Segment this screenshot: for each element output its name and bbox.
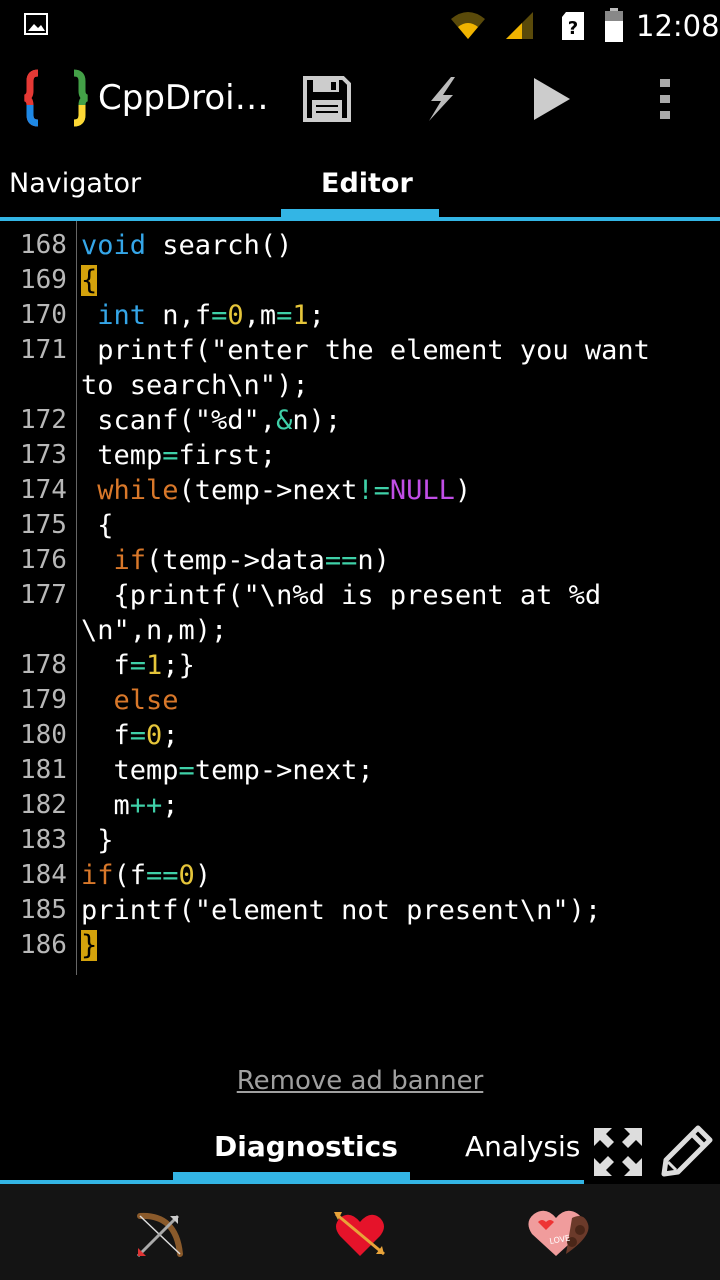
recents-button[interactable]: LOVE (526, 1206, 596, 1262)
code-line[interactable]: 179 else (0, 683, 720, 718)
code-line[interactable]: 169 { (0, 263, 720, 298)
code-text[interactable]: printf("element not present\n"); (81, 893, 601, 928)
line-number: 168 (20, 230, 67, 260)
code-line[interactable]: 170 int n,f=0,m=1; (0, 298, 720, 333)
signal-icon (504, 10, 534, 44)
code-text[interactable]: } (81, 823, 113, 858)
code-line[interactable]: 182 m++; (0, 788, 720, 823)
bottom-tabs: Diagnostics Analysis (0, 1112, 720, 1184)
expand-button[interactable] (592, 1126, 644, 1178)
line-number: 183 (20, 825, 67, 855)
code-text[interactable]: f=0; (81, 718, 179, 753)
line-number: 174 (20, 475, 67, 505)
svg-text:?: ? (568, 18, 578, 39)
bow-arrow-icon (136, 1212, 183, 1258)
more-icon (660, 79, 670, 119)
top-tabs: Navigator Editor (0, 144, 720, 221)
code-text[interactable]: {printf("\n%d is present at %d (81, 578, 602, 613)
status-bar: ? 12:08 (0, 0, 720, 50)
code-line[interactable]: 171 printf("enter the element you want (0, 333, 720, 368)
expand-icon (594, 1128, 642, 1176)
battery-icon (603, 7, 625, 47)
app-title: CppDroi… (98, 78, 269, 118)
code-line[interactable]: 181 temp=temp->next; (0, 753, 720, 788)
edit-button[interactable] (660, 1124, 714, 1178)
flash-icon (429, 77, 455, 121)
code-text[interactable]: } (81, 928, 98, 963)
code-text[interactable]: if(f==0) (81, 858, 211, 893)
wifi-icon (450, 10, 486, 44)
code-line[interactable]: 168 void search() (0, 228, 720, 263)
tab-analysis[interactable]: Analysis (465, 1130, 580, 1163)
line-number: 172 (20, 405, 67, 435)
line-number: 180 (20, 720, 67, 750)
remove-ad-banner-link[interactable]: Remove ad banner (0, 1066, 720, 1096)
code-text[interactable]: scanf("%d",&n); (81, 403, 341, 438)
code-line[interactable]: 172 scanf("%d",&n); (0, 403, 720, 438)
run-button[interactable] (526, 74, 576, 124)
code-text[interactable]: temp=first; (81, 438, 276, 473)
bottom-tab-indicator (173, 1172, 410, 1180)
line-number: 170 (20, 300, 67, 330)
code-line[interactable]: 178 f=1;} (0, 648, 720, 683)
line-number: 175 (20, 510, 67, 540)
code-line[interactable]: 173 temp=first; (0, 438, 720, 473)
line-number: 184 (20, 860, 67, 890)
line-number: 177 (20, 580, 67, 610)
tab-diagnostics[interactable]: Diagnostics (214, 1130, 398, 1163)
code-text[interactable]: else (81, 683, 179, 718)
code-line[interactable]: 184 if(f==0) (0, 858, 720, 893)
code-text[interactable]: \n",n,m); (81, 613, 227, 648)
code-text[interactable]: temp=temp->next; (81, 753, 374, 788)
code-line[interactable]: 180 f=0; (0, 718, 720, 753)
more-options-button[interactable] (640, 74, 690, 124)
code-text[interactable]: m++; (81, 788, 179, 823)
help-icon: ? (560, 11, 586, 45)
code-line[interactable]: 177 {printf("\n%d is present at %d (0, 578, 720, 613)
code-text[interactable]: f=1;} (81, 648, 195, 683)
code-text[interactable]: void search() (81, 228, 292, 263)
line-number: 185 (20, 895, 67, 925)
code-line[interactable]: to search\n"); (0, 368, 720, 403)
image-icon (24, 13, 48, 39)
compile-button[interactable] (416, 74, 466, 124)
code-text[interactable]: printf("enter the element you want (81, 333, 650, 368)
code-line[interactable]: 174 while(temp->next!=NULL) (0, 473, 720, 508)
code-text[interactable]: { (81, 263, 98, 298)
line-number: 169 (20, 265, 67, 295)
home-button[interactable] (332, 1206, 388, 1262)
code-line[interactable]: 185 printf("element not present\n"); (0, 893, 720, 928)
save-icon (303, 76, 351, 122)
line-number: 171 (20, 335, 67, 365)
code-line[interactable]: 186} (0, 928, 720, 963)
code-text[interactable]: { (81, 508, 113, 543)
heart-arrow-icon (334, 1212, 385, 1256)
love-chocolate-icon: LOVE (528, 1210, 589, 1256)
app-logo-icon[interactable] (24, 69, 88, 127)
line-number: 186 (20, 930, 67, 960)
code-text[interactable]: if(temp->data==n) (81, 543, 390, 578)
code-line[interactable]: 176 if(temp->data==n) (0, 543, 720, 578)
code-text[interactable]: int n,f=0,m=1; (81, 298, 325, 333)
line-number: 173 (20, 440, 67, 470)
back-button[interactable] (132, 1206, 188, 1262)
code-text[interactable]: while(temp->next!=NULL) (81, 473, 471, 508)
line-number: 182 (20, 790, 67, 820)
edit-icon (661, 1125, 713, 1177)
line-number: 179 (20, 685, 67, 715)
code-line[interactable]: 183 } (0, 823, 720, 858)
app-bar: CppDroi… (0, 50, 720, 194)
line-number: 176 (20, 545, 67, 575)
tab-indicator (281, 209, 439, 217)
code-text[interactable]: to search\n"); (81, 368, 309, 403)
save-button[interactable] (302, 74, 352, 124)
clock: 12:08 (636, 9, 720, 43)
code-line[interactable]: 175 { (0, 508, 720, 543)
navigation-bar: LOVE (0, 1184, 720, 1280)
run-icon (534, 78, 570, 120)
code-line[interactable]: \n",n,m); (0, 613, 720, 648)
code-editor[interactable]: 168 void search() 169{170 int n,f=0,m=1; 17… (0, 221, 720, 981)
line-number: 181 (20, 755, 67, 785)
line-number: 178 (20, 650, 67, 680)
